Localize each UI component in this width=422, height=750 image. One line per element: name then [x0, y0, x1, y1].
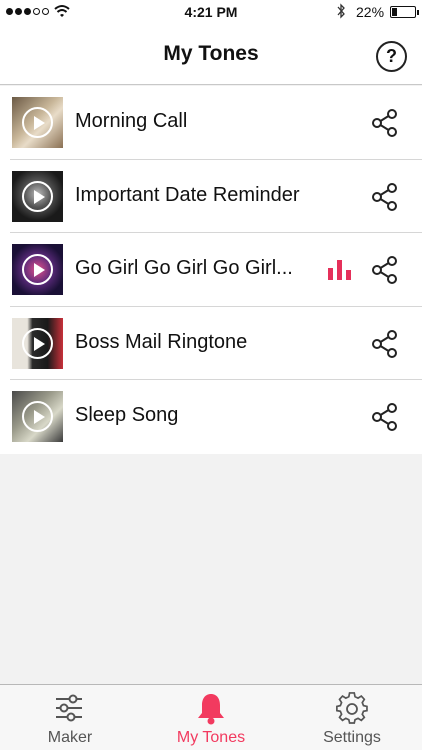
- tab-label: Maker: [47, 729, 93, 746]
- gear-icon: [336, 692, 368, 724]
- tone-title: Boss Mail Ringtone: [75, 330, 248, 353]
- tone-thumbnail[interactable]: [12, 391, 63, 442]
- share-icon[interactable]: [370, 329, 400, 359]
- bell-icon: [198, 694, 224, 725]
- battery-icon: [390, 6, 419, 18]
- list-item[interactable]: Sleep Song: [10, 380, 422, 454]
- tone-title: Morning Call: [75, 110, 188, 132]
- play-icon[interactable]: [22, 327, 53, 359]
- play-icon[interactable]: [22, 180, 53, 212]
- status-bar: 4:21 PM 22%: [0, 0, 422, 24]
- list-item[interactable]: Important Date Reminder: [10, 160, 422, 233]
- tone-title: Go Girl Go Girl Go Girl...: [75, 257, 293, 279]
- tab-label: My Tones: [176, 729, 246, 746]
- list-item[interactable]: Morning Call: [10, 86, 422, 160]
- share-icon[interactable]: [370, 108, 400, 138]
- tone-thumbnail[interactable]: [12, 244, 63, 295]
- tone-thumbnail[interactable]: [12, 97, 63, 148]
- battery-percent: 22%: [356, 4, 385, 20]
- play-icon[interactable]: [22, 401, 53, 432]
- list-item[interactable]: Go Girl Go Girl Go Girl...: [10, 233, 422, 307]
- help-button[interactable]: ?: [376, 41, 407, 72]
- tones-list: Morning Call Important Date Reminder Go …: [0, 86, 422, 454]
- tone-thumbnail[interactable]: [12, 317, 63, 369]
- tone-thumbnail[interactable]: [12, 170, 63, 222]
- tab-my-tones[interactable]: My Tones: [141, 685, 281, 750]
- tab-settings[interactable]: Settings: [282, 685, 422, 750]
- share-icon[interactable]: [370, 255, 400, 285]
- play-icon[interactable]: [22, 254, 53, 285]
- sliders-icon: [56, 694, 82, 722]
- play-icon[interactable]: [22, 107, 53, 138]
- list-item[interactable]: Boss Mail Ringtone: [10, 307, 422, 380]
- tab-bar: Maker My Tones Settings: [0, 684, 422, 750]
- tone-title: Sleep Song: [75, 404, 179, 426]
- tab-maker[interactable]: Maker: [0, 685, 140, 750]
- share-icon[interactable]: [370, 402, 400, 432]
- page-title: My Tones: [163, 42, 259, 65]
- nav-bar: My Tones ?: [0, 24, 422, 85]
- tab-label: Settings: [323, 729, 381, 746]
- now-playing-icon: [328, 260, 352, 280]
- share-icon[interactable]: [370, 182, 400, 212]
- tone-title: Important Date Reminder: [75, 183, 300, 206]
- bluetooth-icon: [337, 3, 345, 19]
